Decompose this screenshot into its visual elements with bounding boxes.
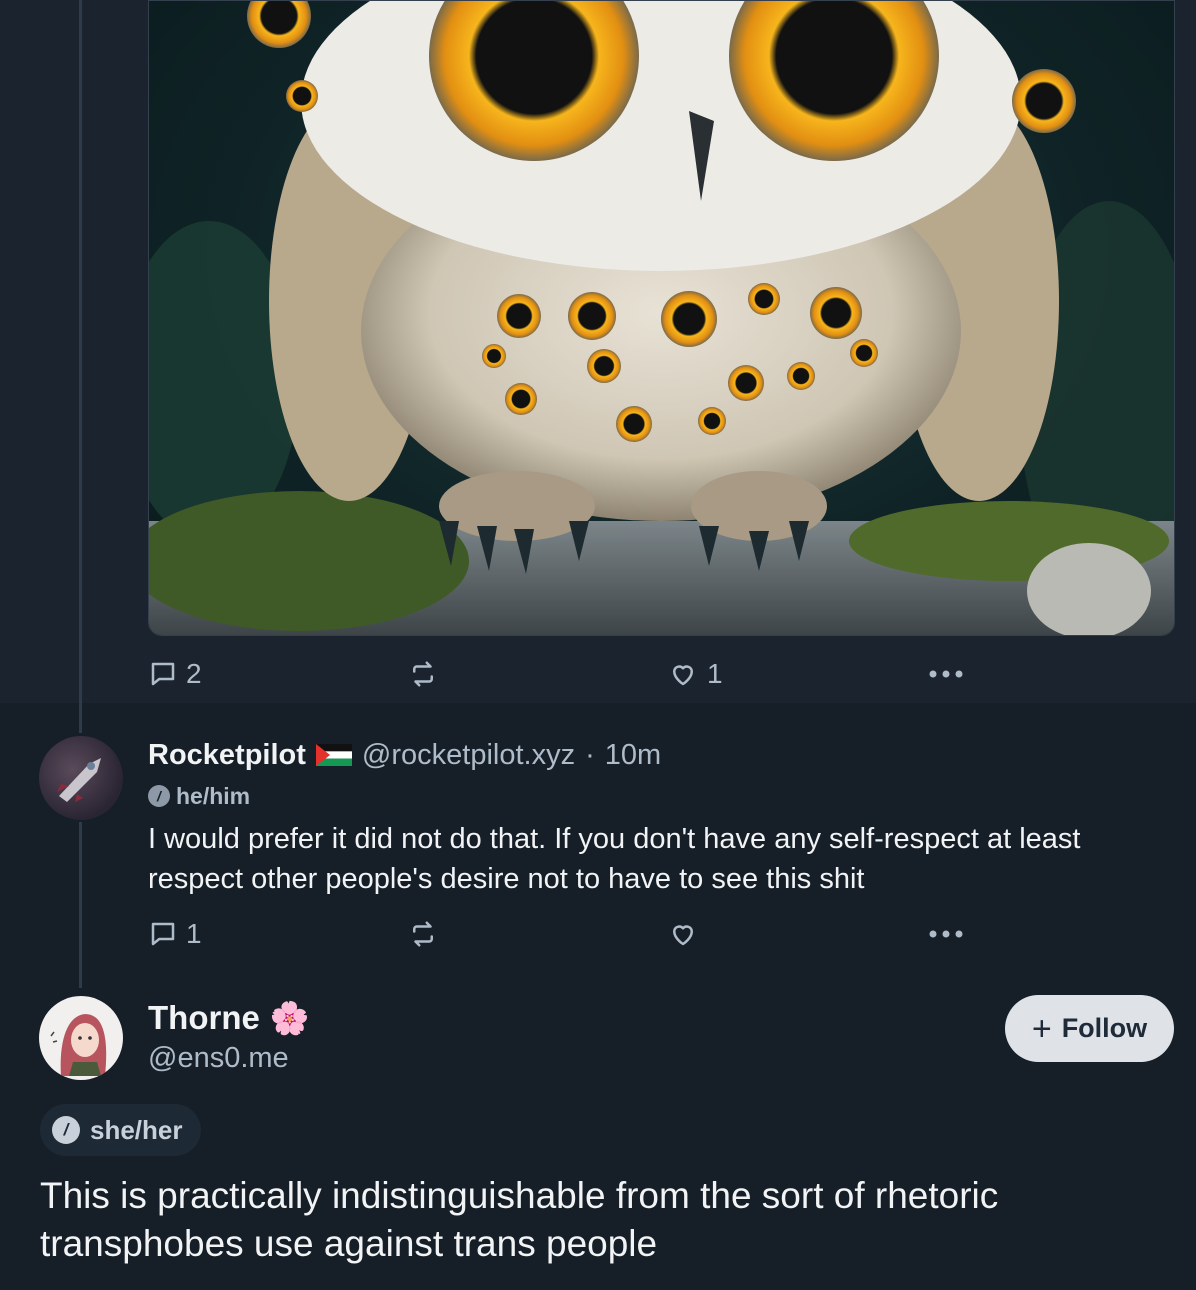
pronoun-icon: / bbox=[52, 1116, 80, 1144]
ellipsis-icon bbox=[929, 930, 963, 938]
reply-text: I would prefer it did not do that. If yo… bbox=[148, 823, 1081, 895]
follow-button[interactable]: + Follow bbox=[1005, 995, 1174, 1062]
like-count: 1 bbox=[707, 658, 723, 689]
handle[interactable]: @ens0.me bbox=[148, 1042, 289, 1075]
avatar[interactable] bbox=[39, 996, 123, 1080]
display-name[interactable]: Thorne bbox=[148, 999, 260, 1037]
pronouns: / he/him bbox=[148, 781, 250, 811]
thread-line bbox=[79, 822, 82, 988]
reply-count: 1 bbox=[186, 918, 202, 949]
reply-count: 2 bbox=[186, 658, 202, 689]
pronouns-label: she/her bbox=[90, 1114, 183, 1145]
reply-button[interactable]: 1 bbox=[148, 918, 202, 950]
reply-button[interactable]: 2 bbox=[148, 658, 202, 690]
display-name[interactable]: Rocketpilot bbox=[148, 739, 306, 772]
follow-label: Follow bbox=[1061, 1013, 1148, 1043]
heart-icon bbox=[673, 665, 693, 686]
post-actions: 2 1 bbox=[148, 652, 978, 696]
palestine-flag-icon bbox=[315, 744, 352, 766]
reply-icon bbox=[151, 922, 175, 946]
ellipsis-icon bbox=[929, 670, 963, 678]
avatar[interactable] bbox=[39, 736, 123, 820]
post-image[interactable] bbox=[148, 0, 1175, 636]
pronouns-label: he/him bbox=[176, 782, 251, 809]
repost-button[interactable] bbox=[408, 659, 438, 689]
like-button[interactable]: 1 bbox=[667, 658, 723, 690]
pronouns-pill: / she/her bbox=[40, 1104, 201, 1156]
repost-icon bbox=[413, 661, 433, 687]
cherry-blossom-emoji: 🌸 bbox=[269, 1000, 310, 1036]
pronoun-icon: / bbox=[148, 785, 170, 807]
thread-line bbox=[79, 703, 82, 733]
repost-button[interactable] bbox=[408, 919, 438, 949]
like-button[interactable] bbox=[667, 919, 699, 949]
heart-icon bbox=[673, 925, 693, 946]
more-options-button[interactable] bbox=[928, 669, 964, 679]
thread-line bbox=[79, 0, 82, 703]
first-post: 2 1 bbox=[0, 0, 1196, 703]
owl-illustration bbox=[149, 1, 1174, 635]
post-text: This is practically indistinguishable fr… bbox=[40, 1175, 999, 1264]
plus-icon: + bbox=[1031, 1009, 1052, 1048]
rocket-avatar-icon bbox=[57, 758, 101, 802]
handle[interactable]: @rocketpilot.xyz bbox=[362, 739, 575, 772]
separator: · bbox=[585, 738, 595, 771]
reply-header: Rocketpilot @rocketpilot.xyz · 10m bbox=[148, 735, 661, 775]
reply-icon bbox=[151, 662, 175, 686]
repost-icon bbox=[413, 921, 433, 947]
timestamp[interactable]: 10m bbox=[605, 739, 661, 772]
reply-actions: 1 bbox=[148, 912, 978, 956]
anime-girl-avatar-icon bbox=[50, 1014, 107, 1076]
more-options-button[interactable] bbox=[928, 929, 964, 939]
author-name-row: Thorne 🌸 bbox=[148, 996, 310, 1040]
